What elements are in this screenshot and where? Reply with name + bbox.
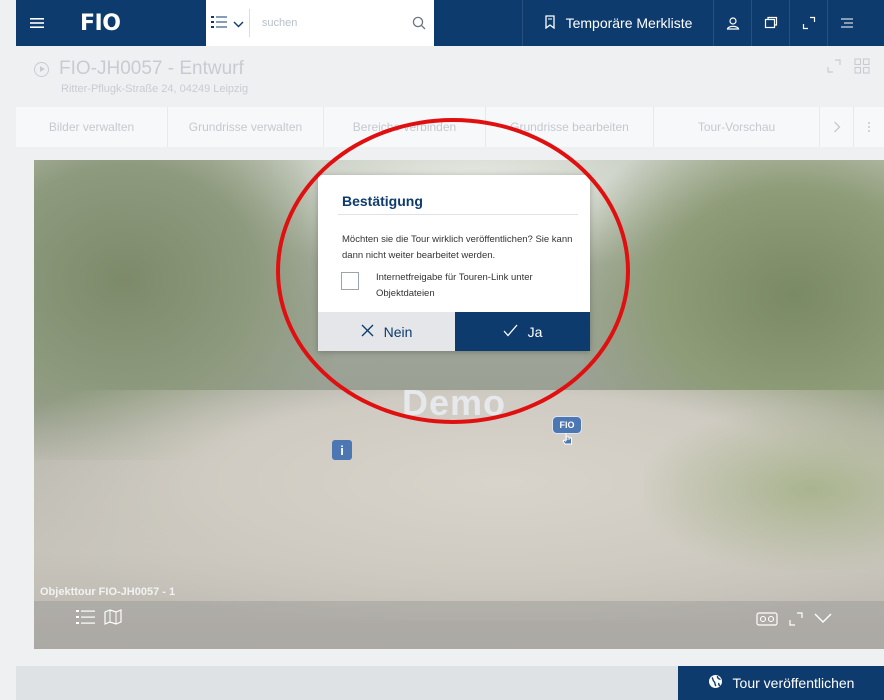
more-vertical-icon[interactable] [854,107,884,147]
tour-scene-label: Objekttour FIO-JH0057 - 1 [40,586,176,598]
search-icon[interactable] [404,16,434,30]
tab-bilder-verwalten[interactable]: Bilder verwalten [16,107,168,147]
fio-logo[interactable]: FIO [80,11,206,36]
title-actions [826,58,870,78]
tab-tour-vorschau[interactable]: Tour-Vorschau [654,107,820,147]
publish-tour-button[interactable]: Tour veröffentlichen [678,666,884,700]
dialog-divider [338,214,578,215]
top-navigation-bar: FIO Temporäre Merkliste [16,0,884,46]
chevron-down-icon [233,15,244,31]
fullscreen-icon[interactable] [788,611,804,631]
expand-icon[interactable] [790,0,828,46]
expand-icon[interactable] [826,58,842,78]
dialog-title: Bestätigung [342,193,423,209]
page-title: FIO-JH0057 - Entwurf [59,58,244,79]
globe-icon [708,674,723,692]
info-hotspot[interactable]: i [332,440,352,460]
copy-window-icon[interactable] [752,0,790,46]
hand-pointer-icon [562,432,574,449]
demo-watermark: Demo [402,382,507,423]
tab-bereiche-verbinden[interactable]: Bereiche verbinden [324,107,486,147]
object-address: Ritter-Pflugk-Straße 24, 04249 Leipzig [61,83,249,95]
list-view-icon[interactable] [76,609,96,630]
cancel-button[interactable]: Nein [318,312,455,351]
internet-release-checkbox[interactable] [341,272,359,290]
dialog-message: Möchten sie die Tour wirklich veröffentl… [342,234,573,261]
viewer-right-controls [756,611,832,631]
hamburger-icon[interactable] [16,0,58,46]
tab-grundrisse-verwalten[interactable]: Grundrisse verwalten [168,107,324,147]
editor-tabs: Bilder verwalten Grundrisse verwalten Be… [16,107,884,147]
temp-merkliste-button[interactable]: Temporäre Merkliste [522,0,714,46]
confirmation-dialog: Bestätigung Möchten sie die Tour wirklic… [318,175,590,351]
chevron-right-icon[interactable] [820,107,854,147]
internet-release-label[interactable]: Internetfreigabe für Touren-Link unter O… [376,270,572,302]
list-view-icon [210,15,227,32]
play-icon[interactable] [34,61,49,77]
confirm-button[interactable]: Ja [455,312,590,351]
bookmark-icon [544,14,556,32]
check-icon [503,324,518,340]
user-icon[interactable] [714,0,752,46]
search-input[interactable] [249,0,404,46]
merkliste-label: Temporäre Merkliste [565,15,693,31]
grid-icon[interactable] [854,58,870,78]
search-mode-dropdown[interactable] [206,9,250,37]
cancel-label: Nein [383,323,413,340]
tab-grundrisse-bearbeiten[interactable]: Grundrisse bearbeiten [486,107,654,147]
collapse-menu-icon[interactable] [828,0,866,46]
search-bar [206,0,434,46]
publish-label: Tour veröffentlichen [732,675,855,691]
chevron-down-icon[interactable] [814,611,832,631]
map-icon[interactable] [104,609,122,630]
vr-glasses-icon[interactable] [756,611,778,631]
panorama-lawn [644,410,884,570]
close-icon [361,324,374,340]
confirm-label: Ja [527,323,543,340]
object-title-row: FIO-JH0057 - Entwurf [34,58,244,80]
